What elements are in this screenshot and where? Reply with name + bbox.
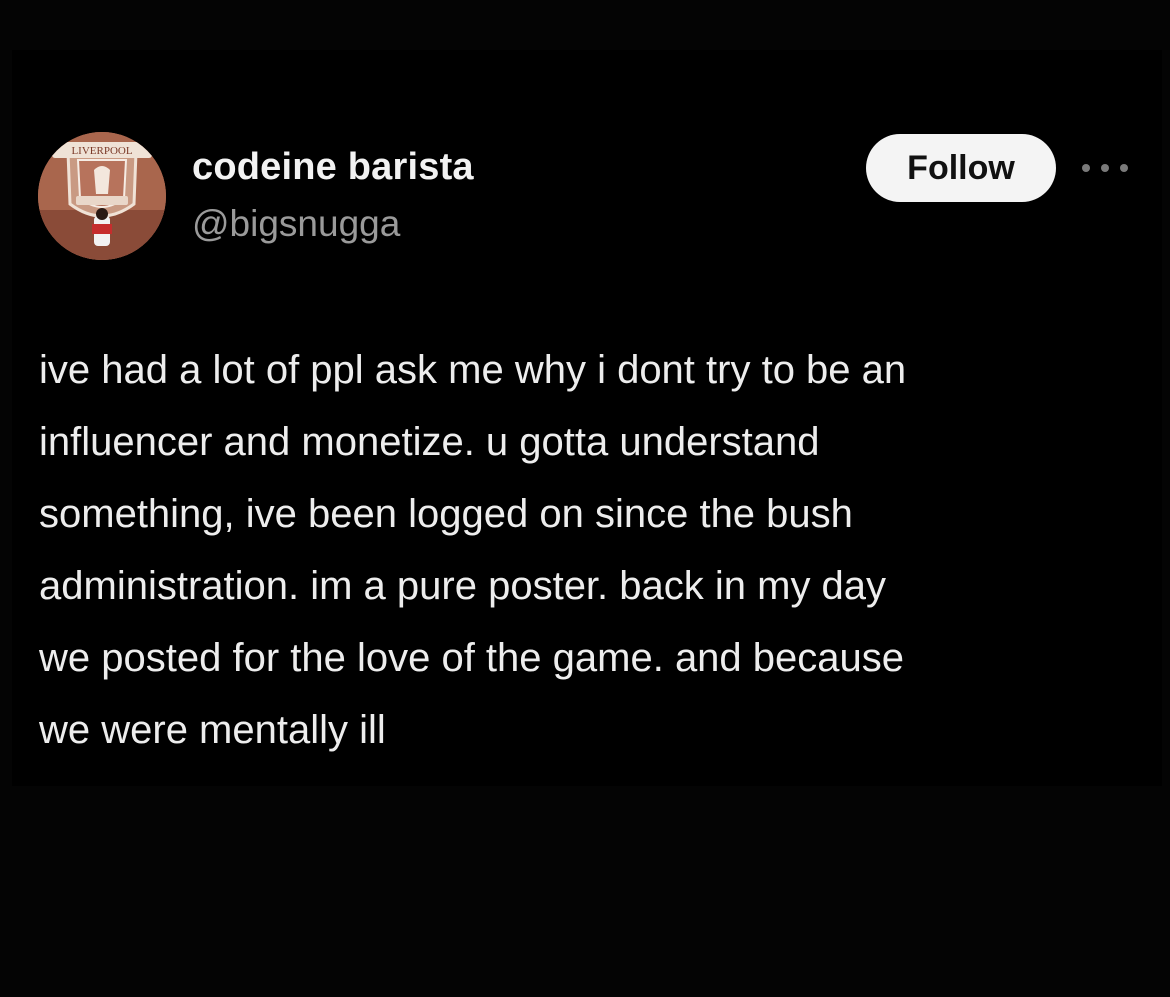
screenshot-page: LIVERPOOL codeine barista @bigsnugga Fol… (0, 0, 1170, 997)
post-text: ive had a lot of ppl ask me why i dont t… (39, 334, 1139, 766)
avatar[interactable]: LIVERPOOL (38, 132, 166, 260)
avatar-crest-text: LIVERPOOL (71, 145, 132, 157)
post-text-line: administration. im a pure poster. back i… (39, 564, 887, 608)
display-name[interactable]: codeine barista (192, 146, 474, 189)
liverpool-crest-icon: LIVERPOOL (38, 132, 166, 260)
post-text-line: we were mentally ill (39, 708, 386, 752)
ellipsis-dot (1082, 164, 1090, 172)
ellipsis-icon[interactable] (1082, 156, 1128, 180)
follow-button[interactable]: Follow (866, 134, 1056, 202)
post-text-line: ive had a lot of ppl ask me why i dont t… (39, 348, 907, 392)
post-card: LIVERPOOL codeine barista @bigsnugga Fol… (12, 50, 1162, 786)
post-text-line: influencer and monetize. u gotta underst… (39, 420, 820, 464)
post-text-line: something, ive been logged on since the … (39, 492, 853, 536)
ellipsis-dot (1120, 164, 1128, 172)
user-handle[interactable]: @bigsnugga (192, 203, 400, 245)
ellipsis-dot (1101, 164, 1109, 172)
post-text-line: we posted for the love of the game. and … (39, 636, 905, 680)
